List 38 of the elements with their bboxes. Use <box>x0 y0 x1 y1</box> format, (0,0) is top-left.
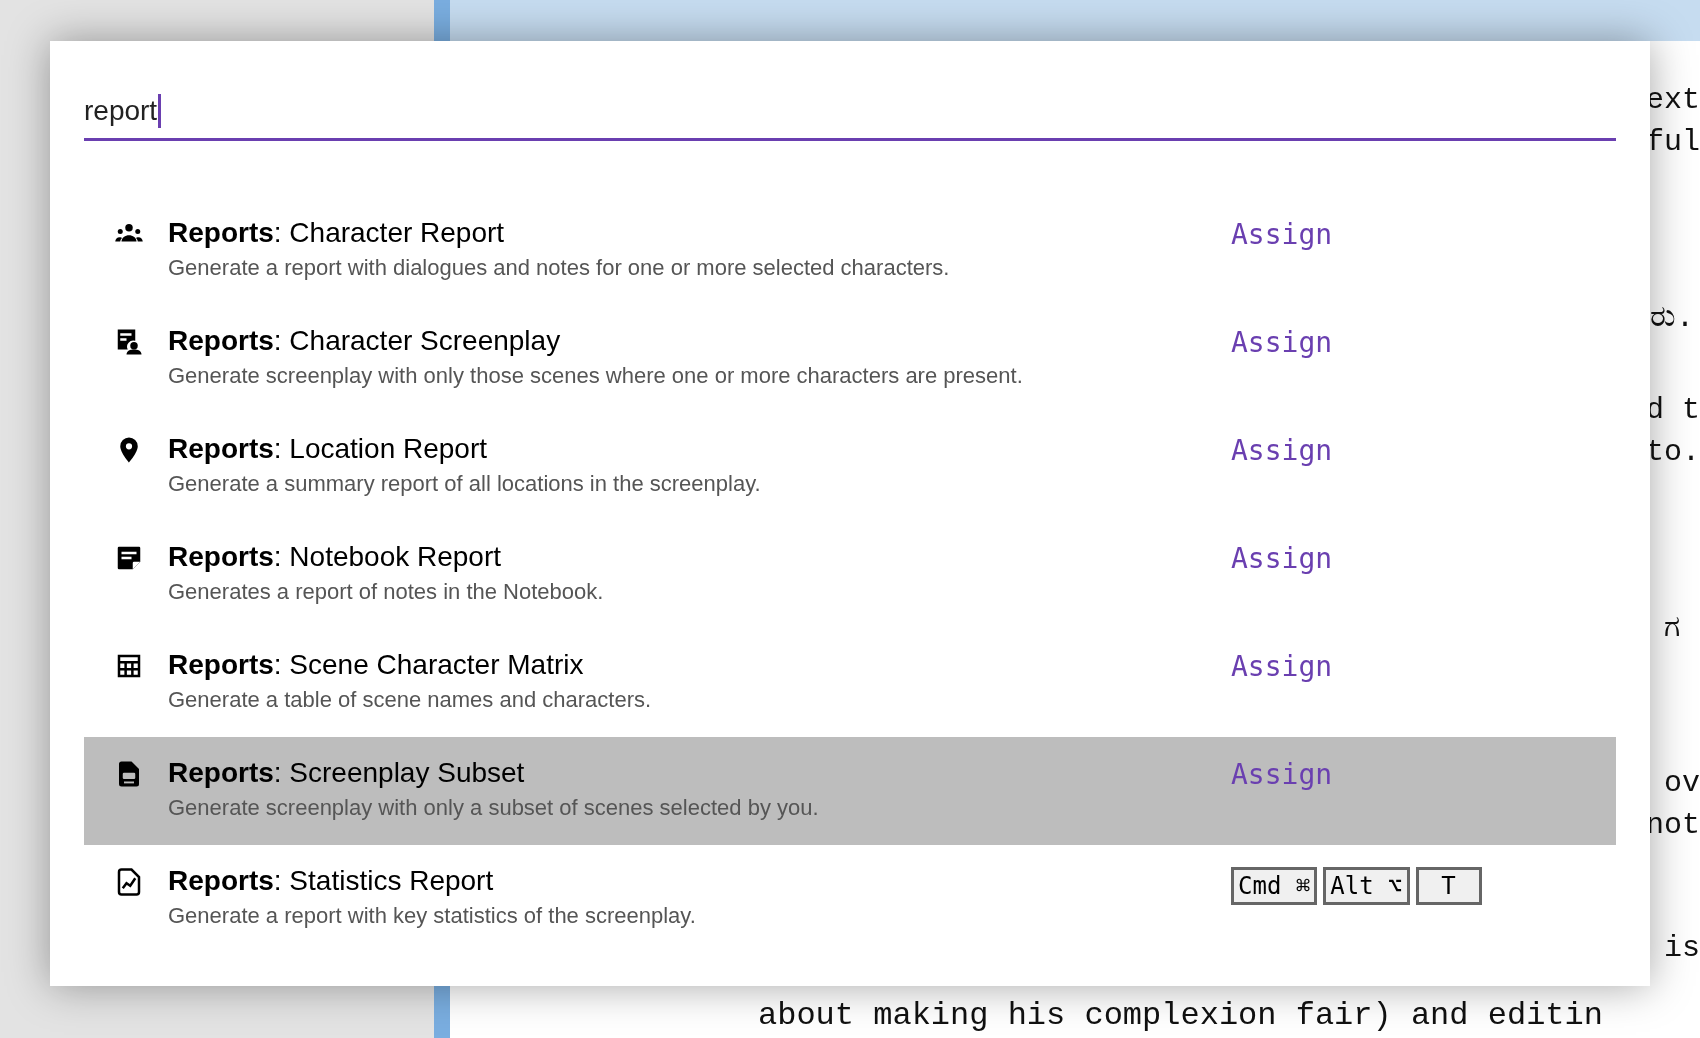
shortcut-key: Alt ⌥ <box>1323 867 1410 905</box>
command-title: Reports: Character Screenplay <box>168 324 562 358</box>
shortcut-key: T <box>1415 867 1482 905</box>
command-item[interactable]: Reports: Statistics Report Generate a report with key statistics of the screenplay. Cmd ⌘ Alt ⌥ T <box>84 845 1616 953</box>
document-text: to. <box>1646 434 1700 470</box>
shortcut-key: Cmd ⌘ <box>1231 867 1318 905</box>
assign-link[interactable]: Assign <box>1231 541 1333 577</box>
command-title: Reports: Screenplay Subset <box>168 756 526 790</box>
command-title: Reports: Character Report <box>168 216 506 250</box>
command-description: Generate a summary report of all locations in the screenplay. <box>168 470 762 498</box>
command-item[interactable]: Reports: Character Screenplay Generate screenplay with only those scenes where one or more characters are present. Assign <box>84 305 1616 413</box>
assign-link[interactable]: Assign <box>1231 217 1333 253</box>
command-title: Reports: Scene Character Matrix <box>168 648 585 682</box>
assign-link[interactable]: Assign <box>1231 325 1333 361</box>
command-item[interactable]: Reports: Location Report Generate a summary report of all locations in the screenplay. Assign <box>84 413 1616 521</box>
assign-link[interactable]: Assign <box>1231 757 1333 793</box>
command-description: Generate a table of scene names and characters. <box>168 686 653 714</box>
command-item[interactable]: Reports: Notebook Report Generates a report of notes in the Notebook. Assign <box>84 521 1616 629</box>
document-text: ful <box>1646 124 1700 160</box>
command-item[interactable]: Reports: Scene Character Matrix Generate a table of scene names and characters. Assign <box>84 629 1616 737</box>
assign-link[interactable]: Assign <box>1231 433 1333 469</box>
document-text: ಗ <box>1664 610 1680 646</box>
command-description: Generate screenplay with only those scenes where one or more characters are present. <box>168 362 1024 390</box>
command-item[interactable]: Reports: Screenplay Subset Generate screenplay with only a subset of scenes selected by you. Assign <box>84 737 1616 845</box>
command-title: Reports: Location Report <box>168 432 489 466</box>
command-title: Reports: Notebook Report <box>168 540 503 574</box>
command-description: Generate screenplay with only a subset of scenes selected by you. <box>168 794 820 822</box>
search-field[interactable]: report <box>84 83 1616 141</box>
command-description: Generate a report with key statistics of the screenplay. <box>168 902 697 930</box>
document-text: about making his complexion fair) and editin <box>758 998 1603 1034</box>
command-description: Generate a report with dialogues and notes for one or more selected characters. <box>168 254 951 282</box>
assign-link[interactable]: Assign <box>1231 649 1333 685</box>
document-text: ರು. <box>1650 300 1694 336</box>
document-text: is <box>1664 930 1700 966</box>
document-text: ov <box>1664 765 1700 801</box>
command-title: Reports: Statistics Report <box>168 864 495 898</box>
command-item[interactable]: Reports: Character Report Generate a report with dialogues and notes for one or more selected characters. Assign <box>84 197 1616 305</box>
command-description: Generates a report of notes in the Notebook. <box>168 578 605 606</box>
